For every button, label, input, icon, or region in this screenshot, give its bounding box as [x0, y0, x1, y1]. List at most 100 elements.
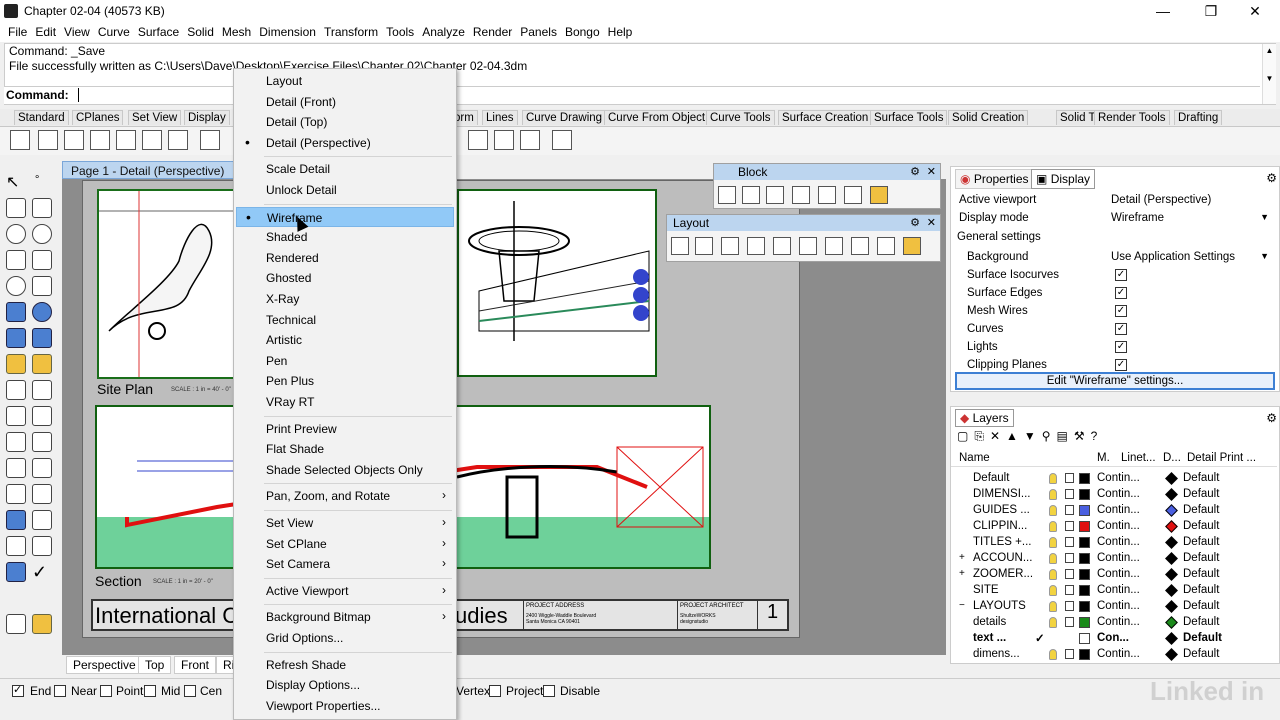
- toolbar-tab[interactable]: Lines: [482, 110, 518, 125]
- prop-checkbox[interactable]: ✓: [1115, 359, 1127, 371]
- menu-panels[interactable]: Panels: [516, 23, 561, 41]
- grid-icon[interactable]: [200, 130, 220, 150]
- scale-icon[interactable]: [32, 510, 52, 530]
- prop-row[interactable]: Display mode Wireframe ▼: [955, 210, 1273, 228]
- menu-item-display-options[interactable]: Display Options...: [236, 675, 454, 695]
- menu-item-vray-rt[interactable]: VRay RT: [236, 392, 454, 412]
- gear-icon[interactable]: ⚙: [910, 215, 920, 231]
- join-icon[interactable]: [32, 406, 52, 426]
- toolbar-tab[interactable]: CPlanes: [72, 110, 124, 125]
- menu-item-flat-shade[interactable]: Flat Shade: [236, 439, 454, 459]
- rectangle-icon[interactable]: [6, 250, 26, 270]
- menu-item-unlock-detail[interactable]: Unlock Detail: [236, 180, 454, 200]
- prop-checkbox[interactable]: ✓: [1115, 269, 1127, 281]
- layer-color-swatch[interactable]: [1079, 601, 1090, 612]
- detail-color-icon[interactable]: [1165, 520, 1178, 533]
- menu-item-layout[interactable]: Layout: [236, 71, 454, 91]
- lock-icon[interactable]: [1065, 521, 1074, 531]
- grid-view-icon[interactable]: [10, 130, 30, 150]
- layer-row[interactable]: + ZOOMER... Contin... Default: [955, 567, 1275, 583]
- tab-front[interactable]: Front: [174, 656, 217, 674]
- layer-color-swatch[interactable]: [1079, 569, 1090, 580]
- detail-color-icon[interactable]: [1165, 600, 1178, 613]
- toolbar-tab[interactable]: Surface Tools: [870, 110, 948, 125]
- grid-array-icon[interactable]: [6, 536, 26, 556]
- render-icon[interactable]: [6, 562, 26, 582]
- menu-file[interactable]: File: [4, 23, 31, 41]
- arc-icon[interactable]: [32, 224, 52, 244]
- chevron-down-icon[interactable]: ▼: [1260, 212, 1269, 222]
- layer-row[interactable]: Default Contin... Default: [955, 471, 1275, 487]
- gear-icon[interactable]: ⚙: [910, 164, 920, 180]
- layout-tool-icon[interactable]: [468, 130, 488, 150]
- four-viewports-icon[interactable]: [90, 130, 110, 150]
- prop-row[interactable]: Lights ✓: [955, 339, 1273, 357]
- menu-item-viewport-properties[interactable]: Viewport Properties...: [236, 696, 454, 716]
- layer-color-swatch[interactable]: [1079, 617, 1090, 628]
- menu-item-pen[interactable]: Pen: [236, 351, 454, 371]
- menu-item-shade-selected-objects-only[interactable]: Shade Selected Objects Only: [236, 460, 454, 480]
- detail-color-icon[interactable]: [1165, 536, 1178, 549]
- tile-viewports-icon[interactable]: [116, 130, 136, 150]
- toolbar-tab[interactable]: Curve Drawing: [522, 110, 607, 125]
- menu-item-x-ray[interactable]: X-Ray: [236, 289, 454, 309]
- layer-color-swatch[interactable]: [1079, 633, 1090, 644]
- lightbulb-icon[interactable]: [1049, 489, 1057, 500]
- background-select[interactable]: Use Application Settings: [1111, 251, 1235, 263]
- menu-item-set-cplane[interactable]: Set CPlane ›: [236, 534, 454, 554]
- box-icon[interactable]: [6, 302, 26, 322]
- paint-icon[interactable]: [32, 614, 52, 634]
- menu-item-detail-perspective[interactable]: • Detail (Perspective): [236, 133, 454, 153]
- lock-icon[interactable]: [1065, 473, 1074, 483]
- menu-edit[interactable]: Edit: [31, 23, 60, 41]
- edit-wireframe-settings-button[interactable]: Edit "Wireframe" settings...: [955, 372, 1275, 390]
- detail-color-icon[interactable]: [1165, 488, 1178, 501]
- display-mode-select[interactable]: Wireframe: [1111, 212, 1164, 224]
- detail-color-icon[interactable]: [1165, 584, 1178, 597]
- rotate-icon[interactable]: [6, 432, 26, 452]
- material-icon[interactable]: [6, 614, 26, 634]
- split-vertical-icon[interactable]: [168, 130, 188, 150]
- group-icon[interactable]: [6, 406, 26, 426]
- lightbulb-icon[interactable]: [1049, 553, 1057, 564]
- command-scrollbar[interactable]: ▲ ▼: [1262, 44, 1276, 104]
- lightbulb-icon[interactable]: [1049, 473, 1057, 484]
- prop-checkbox[interactable]: ✓: [1115, 287, 1127, 299]
- page-icon[interactable]: [721, 237, 739, 255]
- tab-properties[interactable]: ◉ Properties: [955, 169, 1034, 189]
- layer-row[interactable]: GUIDES ... Contin... Default: [955, 503, 1275, 519]
- menu-item-pan-zoom-and-rotate[interactable]: Pan, Zoom, and Rotate ›: [236, 486, 454, 506]
- new-layout-icon[interactable]: [671, 237, 689, 255]
- perspective-detail[interactable]: [457, 189, 657, 377]
- lightbulb-icon[interactable]: [1049, 649, 1057, 660]
- menu-view[interactable]: View: [60, 23, 94, 41]
- layer-row[interactable]: SITE Contin... Default: [955, 583, 1275, 599]
- prop-row[interactable]: Mesh Wires ✓: [955, 303, 1273, 321]
- detail-color-icon[interactable]: [1165, 504, 1178, 517]
- layer-toolbar[interactable]: ▢⎘✕▲▼⚲▤⚒?: [957, 429, 1103, 444]
- osnap-project-checkbox[interactable]: [489, 685, 501, 697]
- curve-icon[interactable]: [32, 198, 52, 218]
- edit-points-icon[interactable]: [32, 354, 52, 374]
- insert-block-icon[interactable]: [718, 186, 736, 204]
- move-icon[interactable]: [32, 432, 52, 452]
- lock-icon[interactable]: [1065, 617, 1074, 627]
- toolbar-tab[interactable]: Curve From Object: [604, 110, 710, 125]
- detail-tool-icon[interactable]: [494, 130, 514, 150]
- layer-color-swatch[interactable]: [1079, 537, 1090, 548]
- command-input[interactable]: Command:: [4, 86, 1260, 104]
- layer-color-swatch[interactable]: [1079, 585, 1090, 596]
- single-viewport-icon[interactable]: [64, 130, 84, 150]
- menu-item-ghosted[interactable]: Ghosted: [236, 268, 454, 288]
- toolbar-tab[interactable]: Display: [184, 110, 230, 125]
- layer-color-swatch[interactable]: [1079, 473, 1090, 484]
- grid-layout-icon[interactable]: [747, 237, 765, 255]
- dimension-icon[interactable]: [32, 458, 52, 478]
- block-icon[interactable]: [6, 510, 26, 530]
- viewport-layout-icon[interactable]: [38, 130, 58, 150]
- layout-panel-header[interactable]: Layout ⚙ ✕: [667, 215, 940, 231]
- explode-block-icon[interactable]: [818, 186, 836, 204]
- close-icon[interactable]: ✕: [927, 215, 936, 231]
- lock-icon[interactable]: [1065, 537, 1074, 547]
- menu-item-detail-top[interactable]: Detail (Top): [236, 112, 454, 132]
